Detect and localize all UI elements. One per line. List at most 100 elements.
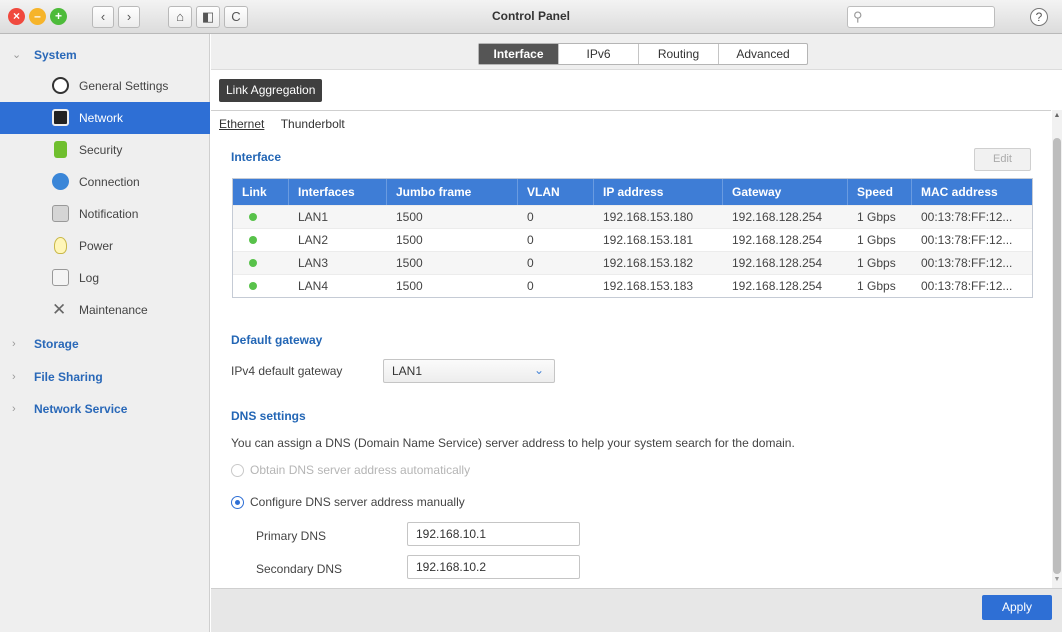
table-row[interactable]: LAN3 1500 0 192.168.153.182 192.168.128.…	[233, 251, 1032, 274]
column-header[interactable]: Speed	[848, 179, 912, 205]
sidebar-group-label: File Sharing	[34, 370, 103, 384]
search-box[interactable]: ⚲	[847, 6, 995, 28]
sidebar-item-label: Power	[79, 239, 114, 253]
bulb-icon	[54, 237, 67, 254]
network-icon	[52, 109, 69, 126]
jumbo-cell: 1500	[396, 210, 423, 224]
secondary-dns-input[interactable]	[407, 555, 580, 579]
table-header: Link Interfaces Jumbo frame VLAN IP addr…	[233, 179, 1032, 205]
content-scrollbar[interactable]: ▲ ▼	[1052, 110, 1062, 588]
chevron-down-icon: ⌄	[533, 363, 544, 377]
subtab-ethernet[interactable]: Ethernet	[219, 117, 264, 131]
table-row[interactable]: LAN1 1500 0 192.168.153.180 192.168.128.…	[233, 205, 1032, 228]
refresh-button[interactable]: C	[224, 6, 248, 28]
mac-cell: 00:13:78:FF:12...	[921, 233, 1013, 247]
search-input[interactable]	[870, 9, 990, 25]
dns-description: You can assign a DNS (Domain Name Servic…	[231, 436, 795, 450]
subtabs: Ethernet Thunderbolt	[219, 117, 358, 131]
vlan-cell: 0	[527, 210, 534, 224]
column-header[interactable]: MAC address	[912, 179, 1032, 205]
table-row[interactable]: LAN2 1500 0 192.168.153.181 192.168.128.…	[233, 228, 1032, 251]
sidebar-group-file-sharing[interactable]: › File Sharing	[0, 364, 210, 390]
column-header[interactable]: Gateway	[723, 179, 848, 205]
titlebar: × – + ‹ › ⌂ ◧ C Control Panel ⚲ ?	[0, 0, 1062, 34]
sidebar-group-label: Network Service	[34, 402, 128, 416]
column-header[interactable]: Link	[233, 179, 289, 205]
gateway-select-value: LAN1	[392, 364, 423, 378]
sidebar-item-maintenance[interactable]: ✕ Maintenance	[0, 294, 210, 326]
table-body: LAN1 1500 0 192.168.153.180 192.168.128.…	[233, 205, 1032, 297]
column-header[interactable]: VLAN	[518, 179, 594, 205]
jumbo-cell: 1500	[396, 256, 423, 270]
tab-advanced[interactable]: Advanced	[719, 44, 807, 64]
table-row[interactable]: LAN4 1500 0 192.168.153.183 192.168.128.…	[233, 274, 1032, 297]
lock-icon	[54, 141, 67, 158]
maximize-window-button[interactable]: +	[50, 8, 67, 25]
jumbo-cell: 1500	[396, 233, 423, 247]
gateway-cell: 192.168.128.254	[732, 210, 823, 224]
control-panel-window: × – + ‹ › ⌂ ◧ C Control Panel ⚲ ? ⌄ Syst…	[0, 0, 1062, 632]
close-window-button[interactable]: ×	[8, 8, 25, 25]
sidebar-item-log[interactable]: Log	[0, 262, 210, 294]
apply-button[interactable]: Apply	[982, 595, 1052, 620]
gateway-select[interactable]: LAN1 ⌄	[383, 359, 555, 383]
chevron-down-icon: ⌄	[12, 49, 22, 61]
sidebar-item-label: Log	[79, 271, 100, 285]
sidebar-item-security[interactable]: Security	[0, 134, 210, 166]
vlan-cell: 0	[527, 279, 534, 293]
dns-auto-radio[interactable]	[231, 464, 244, 477]
interface-section-title: Interface	[231, 150, 282, 164]
notification-icon	[52, 205, 69, 222]
forward-icon: ›	[126, 9, 132, 24]
vlan-cell: 0	[527, 233, 534, 247]
sidebar-group-storage[interactable]: › Storage	[0, 331, 210, 357]
column-header[interactable]: Interfaces	[289, 179, 387, 205]
mac-cell: 00:13:78:FF:12...	[921, 279, 1013, 293]
sidebar-group-label: System	[34, 48, 77, 62]
interface-cell: LAN2	[298, 233, 329, 247]
tab-interface[interactable]: Interface	[479, 44, 559, 64]
sidebar-item-label: Maintenance	[79, 303, 148, 317]
sidebar-item-general-settings[interactable]: General Settings	[0, 70, 210, 102]
speed-cell: 1 Gbps	[857, 210, 896, 224]
dns-manual-label: Configure DNS server address manually	[250, 495, 465, 509]
sidebar-group-network-service[interactable]: › Network Service	[0, 396, 210, 422]
jumbo-cell: 1500	[396, 279, 423, 293]
subtab-thunderbolt[interactable]: Thunderbolt	[281, 117, 345, 131]
scroll-down-icon[interactable]: ▼	[1052, 576, 1062, 583]
tools-icon: ✕	[52, 300, 67, 319]
back-button[interactable]: ‹	[92, 6, 114, 28]
sidebar-item-network[interactable]: Network	[0, 102, 210, 134]
sidebar-item-notification[interactable]: Notification	[0, 198, 210, 230]
primary-dns-label: Primary DNS	[256, 529, 327, 543]
sidebar-item-power[interactable]: Power	[0, 230, 210, 262]
scroll-up-icon[interactable]: ▲	[1052, 112, 1062, 119]
tab-routing[interactable]: Routing	[639, 44, 719, 64]
link-status-icon	[249, 213, 257, 221]
sidebar-group-system[interactable]: ⌄ System	[0, 42, 210, 68]
edit-button[interactable]: Edit	[974, 148, 1031, 171]
link-aggregation-button[interactable]: Link Aggregation	[219, 79, 323, 102]
column-header[interactable]: Jumbo frame	[387, 179, 518, 205]
interface-table: Link Interfaces Jumbo frame VLAN IP addr…	[232, 178, 1033, 298]
back-icon: ‹	[100, 9, 106, 24]
scrollbar-thumb[interactable]	[1053, 138, 1061, 574]
column-header[interactable]: IP address	[594, 179, 723, 205]
minimize-window-button[interactable]: –	[29, 8, 46, 25]
mac-cell: 00:13:78:FF:12...	[921, 210, 1013, 224]
tab-ipv6[interactable]: IPv6	[559, 44, 639, 64]
forward-button[interactable]: ›	[118, 6, 140, 28]
link-cell	[233, 252, 289, 274]
sidebar-toggle-button[interactable]: ◧	[196, 6, 220, 28]
sidebar-item-connection[interactable]: Connection	[0, 166, 210, 198]
sidebar-item-label: Security	[79, 143, 123, 157]
tabs-bar: Interface IPv6 Routing Advanced	[211, 34, 1062, 70]
ip-cell: 192.168.153.181	[603, 233, 694, 247]
primary-dns-input[interactable]	[407, 522, 580, 546]
home-button[interactable]: ⌂	[168, 6, 192, 28]
ip-cell: 192.168.153.180	[603, 210, 694, 224]
help-button[interactable]: ?	[1030, 8, 1048, 26]
dns-manual-radio[interactable]	[231, 496, 244, 509]
interface-cell: LAN1	[298, 210, 329, 224]
chevron-right-icon: ›	[12, 371, 16, 383]
